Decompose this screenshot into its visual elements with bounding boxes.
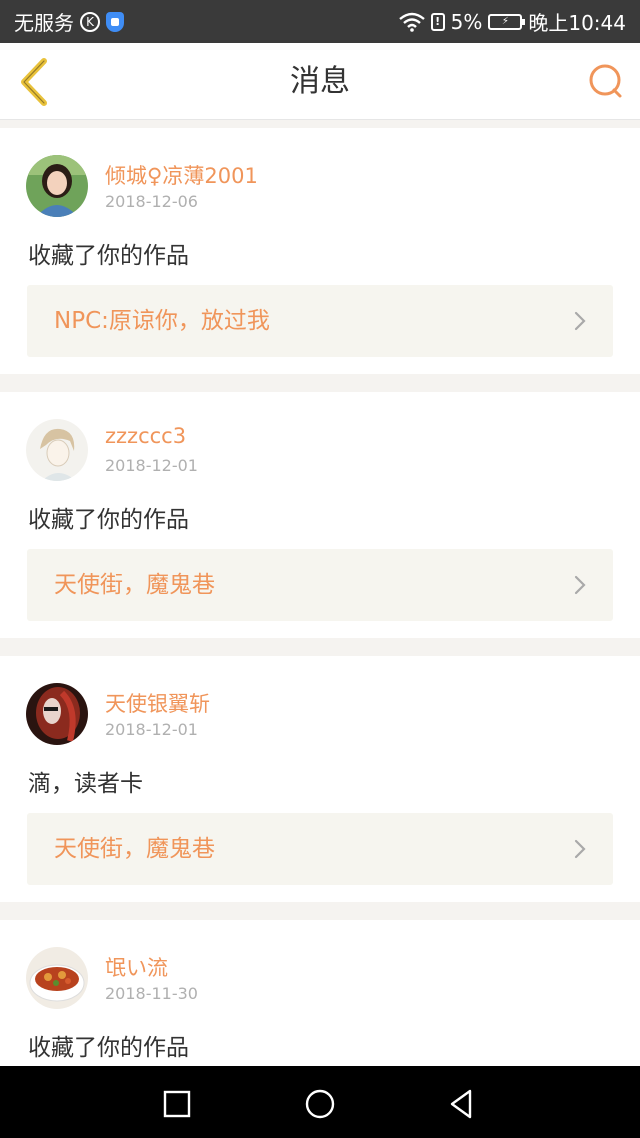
user-name[interactable]: 氓い流 bbox=[105, 952, 168, 982]
system-nav-bar bbox=[0, 1066, 640, 1138]
alert-icon: ! bbox=[430, 12, 445, 31]
message-card: zzzccc3 2018-12-01 收藏了你的作品 天使街，魔鬼巷 bbox=[0, 392, 640, 638]
status-bar: 无服务 K ! 5% ⚡ 晚上10:44 bbox=[0, 0, 640, 43]
chevron-right-icon bbox=[574, 575, 586, 595]
work-link[interactable]: 天使街，魔鬼巷 bbox=[27, 813, 613, 885]
avatar[interactable] bbox=[26, 419, 88, 481]
message-list[interactable]: 倾城♀凉薄2001 2018-12-06 收藏了你的作品 NPC:原谅你，放过我… bbox=[0, 120, 640, 1066]
wifi-icon bbox=[398, 12, 425, 32]
message-card: 倾城♀凉薄2001 2018-12-06 收藏了你的作品 NPC:原谅你，放过我 bbox=[0, 128, 640, 374]
avatar-food-image bbox=[26, 947, 88, 1009]
chevron-right-icon bbox=[574, 839, 586, 859]
avatar[interactable] bbox=[26, 947, 88, 1009]
clock-time: 晚上10:44 bbox=[528, 11, 626, 35]
user-name[interactable]: 天使银翼斩 bbox=[105, 688, 210, 718]
message-date: 2018-12-01 bbox=[105, 720, 198, 739]
message-date: 2018-11-30 bbox=[105, 984, 198, 1003]
circle-home-icon[interactable] bbox=[302, 1086, 338, 1122]
avatar[interactable] bbox=[26, 155, 88, 217]
avatar-girl-image bbox=[26, 155, 88, 217]
chevron-right-icon bbox=[574, 311, 586, 331]
work-link[interactable]: 天使街，魔鬼巷 bbox=[27, 549, 613, 621]
carrier-text: 无服务 bbox=[14, 11, 74, 35]
user-name[interactable]: zzzccc3 bbox=[105, 424, 186, 448]
action-text: 滴，读者卡 bbox=[28, 771, 143, 797]
work-title: NPC:原谅你，放过我 bbox=[54, 308, 270, 334]
page-title: 消息 bbox=[290, 64, 350, 99]
message-date: 2018-12-06 bbox=[105, 192, 198, 211]
avatar-redhair-image bbox=[26, 683, 88, 745]
action-text: 收藏了你的作品 bbox=[28, 1035, 189, 1061]
square-recent-icon[interactable] bbox=[159, 1086, 195, 1122]
battery-percent: 5% bbox=[450, 9, 483, 34]
avatar[interactable] bbox=[26, 683, 88, 745]
triangle-back-icon[interactable] bbox=[444, 1086, 480, 1122]
avatar-sketch-image bbox=[26, 419, 88, 481]
battery-charging-icon: ⚡ bbox=[488, 13, 526, 30]
user-name[interactable]: 倾城♀凉薄2001 bbox=[105, 160, 258, 190]
action-text: 收藏了你的作品 bbox=[28, 507, 189, 533]
app-header: 消息 bbox=[0, 43, 640, 120]
work-link[interactable]: NPC:原谅你，放过我 bbox=[27, 285, 613, 357]
message-date: 2018-12-01 bbox=[105, 456, 198, 475]
work-title: 天使街，魔鬼巷 bbox=[54, 836, 215, 862]
k-circle-icon: K bbox=[80, 11, 100, 32]
message-card: 氓い流 2018-11-30 收藏了你的作品 bbox=[0, 920, 640, 1066]
search-icon[interactable] bbox=[586, 61, 626, 101]
action-text: 收藏了你的作品 bbox=[28, 243, 189, 269]
work-title: 天使街，魔鬼巷 bbox=[54, 572, 215, 598]
shield-icon bbox=[106, 11, 124, 32]
message-card: 天使银翼斩 2018-12-01 滴，读者卡 天使街，魔鬼巷 bbox=[0, 656, 640, 902]
